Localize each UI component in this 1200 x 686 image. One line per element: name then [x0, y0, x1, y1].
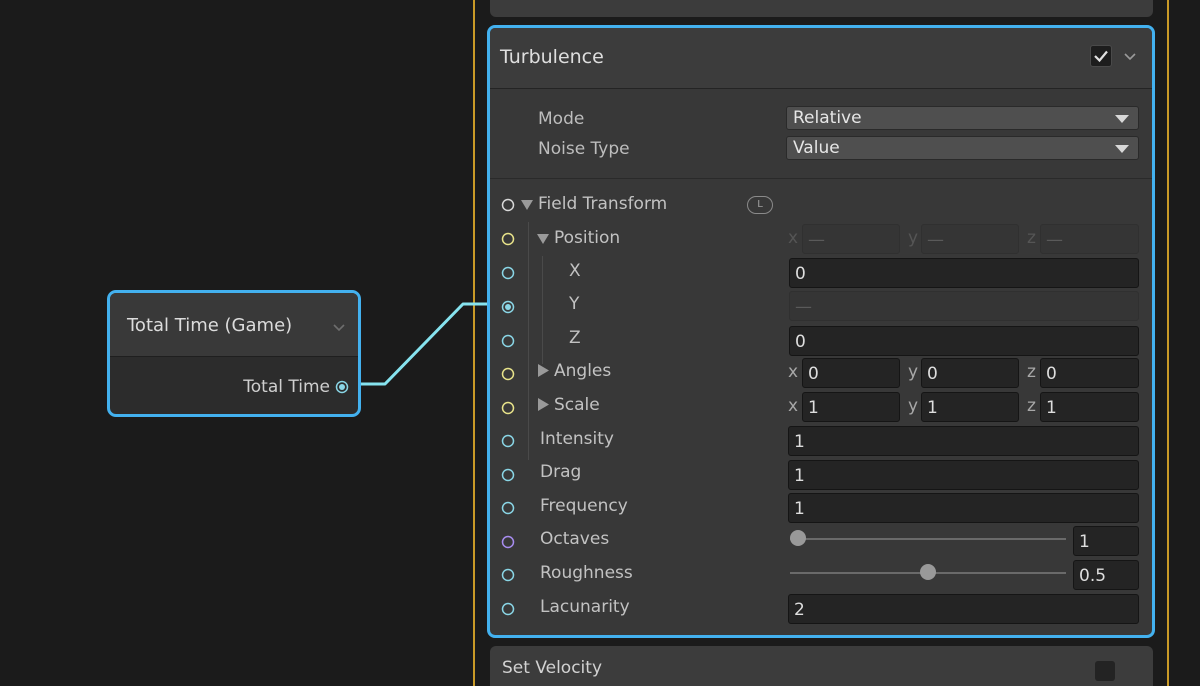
position-x-label: X — [569, 261, 581, 281]
local-space-badge[interactable]: L — [747, 196, 773, 214]
mode-dropdown-value: Relative — [793, 108, 862, 128]
intensity-label: Intensity — [540, 429, 614, 449]
roughness-slider-knob[interactable] — [920, 564, 936, 580]
roughness-port[interactable] — [501, 568, 515, 582]
chevron-down-icon[interactable] — [332, 323, 346, 332]
roughness-label: Roughness — [540, 563, 633, 583]
drag-port[interactable] — [501, 468, 515, 482]
indent-guide — [542, 256, 543, 364]
total-time-node[interactable]: Total Time (Game) Total Time — [107, 290, 361, 417]
dropdown-arrow-icon — [1115, 145, 1129, 153]
dropdown-arrow-icon — [1115, 115, 1129, 123]
mode-label: Mode — [538, 109, 585, 129]
expand-triangle-right-icon[interactable] — [538, 398, 549, 411]
position-z-field[interactable]: 0 — [789, 326, 1139, 356]
position-summary-y-axis: y — [908, 228, 919, 248]
previous-block[interactable] — [490, 0, 1153, 17]
expand-triangle-right-icon[interactable] — [538, 364, 549, 377]
octaves-field[interactable]: 1 — [1073, 526, 1139, 556]
position-summary-x-field: — — [802, 224, 900, 254]
next-block[interactable]: Set Velocity — [490, 646, 1153, 686]
noise-type-label: Noise Type — [538, 139, 630, 159]
angles-z-axis: z — [1027, 362, 1036, 382]
position-summary-z-field: — — [1040, 224, 1139, 254]
scale-x-axis: x — [788, 396, 799, 416]
scale-port[interactable] — [501, 401, 515, 415]
total-time-output-label: Total Time — [243, 377, 330, 397]
lacunarity-port[interactable] — [501, 602, 515, 616]
expand-triangle-down-icon[interactable] — [521, 200, 533, 211]
position-summary-x-axis: x — [788, 228, 799, 248]
position-port[interactable] — [501, 232, 515, 246]
turbulence-block-header[interactable]: Turbulence — [490, 28, 1152, 89]
position-summary-y-field: — — [921, 224, 1019, 254]
scale-y-field[interactable]: 1 — [921, 392, 1019, 422]
position-z-port[interactable] — [501, 334, 515, 348]
position-z-label: Z — [569, 328, 581, 348]
expand-triangle-down-icon[interactable] — [537, 234, 549, 245]
scale-z-axis: z — [1027, 396, 1036, 416]
position-label: Position — [554, 228, 621, 248]
lacunarity-label: Lacunarity — [540, 597, 630, 617]
angles-x-axis: x — [788, 362, 799, 382]
noise-type-dropdown-value: Value — [793, 138, 840, 158]
lacunarity-field[interactable]: 2 — [788, 594, 1139, 624]
octaves-slider-knob[interactable] — [790, 530, 806, 546]
turbulence-block-title: Turbulence — [500, 46, 604, 68]
roughness-field[interactable]: 0.5 — [1073, 560, 1139, 590]
octaves-label: Octaves — [540, 529, 610, 549]
field-transform-label: Field Transform — [538, 194, 668, 214]
total-time-output-port[interactable] — [335, 380, 349, 394]
turbulence-block[interactable]: Turbulence Mode Relative Noise Type Valu… — [487, 25, 1155, 638]
total-time-node-header[interactable]: Total Time (Game) — [110, 293, 358, 357]
scale-y-axis: y — [908, 396, 919, 416]
next-block-title: Set Velocity — [502, 658, 603, 678]
position-summary-z-axis: z — [1027, 228, 1036, 248]
position-y-label: Y — [569, 294, 580, 314]
angles-label: Angles — [554, 361, 612, 381]
frequency-port[interactable] — [501, 501, 515, 515]
mode-dropdown[interactable]: Relative — [786, 106, 1139, 130]
octaves-slider-track[interactable] — [790, 538, 1066, 540]
intensity-field[interactable]: 1 — [788, 426, 1139, 456]
angles-z-field[interactable]: 0 — [1040, 358, 1139, 388]
checkmark-icon — [1094, 50, 1108, 63]
scale-z-field[interactable]: 1 — [1040, 392, 1139, 422]
angles-port[interactable] — [501, 367, 515, 381]
position-y-field: — — [789, 291, 1139, 321]
frequency-label: Frequency — [540, 496, 628, 516]
drag-field[interactable]: 1 — [788, 460, 1139, 490]
angles-x-field[interactable]: 0 — [802, 358, 900, 388]
position-x-port[interactable] — [501, 266, 515, 280]
total-time-node-title: Total Time (Game) — [127, 315, 293, 336]
intensity-port[interactable] — [501, 434, 515, 448]
angles-y-field[interactable]: 0 — [921, 358, 1019, 388]
position-y-port[interactable] — [501, 300, 515, 314]
next-block-toggle[interactable] — [1095, 661, 1115, 681]
indent-guide — [528, 222, 529, 460]
angles-y-axis: y — [908, 362, 919, 382]
block-enabled-checkbox[interactable] — [1090, 45, 1112, 67]
frequency-field[interactable]: 1 — [788, 493, 1139, 523]
octaves-port[interactable] — [501, 535, 515, 549]
block-settings: Mode Relative Noise Type Value — [490, 90, 1152, 179]
noise-type-dropdown[interactable]: Value — [786, 136, 1139, 160]
position-x-field[interactable]: 0 — [789, 258, 1139, 288]
scale-label: Scale — [554, 395, 600, 415]
chevron-down-icon[interactable] — [1123, 52, 1137, 61]
field-transform-port[interactable] — [501, 198, 515, 212]
drag-label: Drag — [540, 462, 582, 482]
scale-x-field[interactable]: 1 — [802, 392, 900, 422]
